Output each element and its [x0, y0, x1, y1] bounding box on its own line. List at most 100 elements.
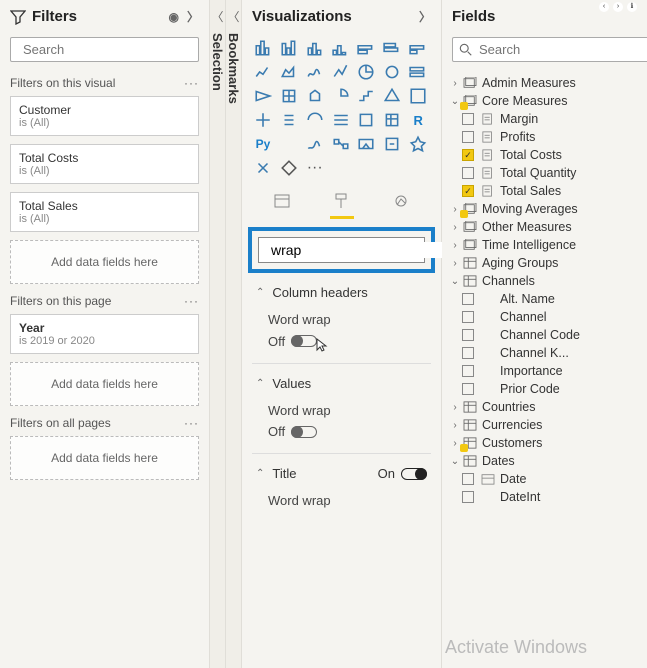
expand-icon[interactable]: ›: [448, 78, 462, 89]
tree-group[interactable]: ›Admin Measures: [448, 74, 647, 92]
get-more-visuals-icon[interactable]: [278, 157, 300, 179]
filters-search[interactable]: [10, 37, 199, 62]
tree-group[interactable]: ›Countries: [448, 398, 647, 416]
checkbox[interactable]: [462, 473, 474, 485]
tree-field[interactable]: Prior Code: [448, 380, 647, 398]
toggle-word-wrap[interactable]: Off: [268, 424, 317, 439]
checkbox[interactable]: [462, 311, 474, 323]
viz-type-icon[interactable]: [304, 133, 326, 155]
tree-group[interactable]: ›Aging Groups: [448, 254, 647, 272]
filter-card[interactable]: Year is 2019 or 2020: [10, 314, 199, 354]
viz-type-icon[interactable]: [278, 85, 300, 107]
expand-icon[interactable]: ⌄: [448, 276, 462, 287]
tree-field[interactable]: Date: [448, 470, 647, 488]
expand-icon[interactable]: ›: [448, 222, 462, 233]
viz-type-icon[interactable]: [381, 61, 403, 83]
viz-type-icon[interactable]: [252, 85, 274, 107]
checkbox[interactable]: [462, 185, 474, 197]
tree-group[interactable]: ›Currencies: [448, 416, 647, 434]
filter-card[interactable]: Customer is (All): [10, 96, 199, 136]
format-search-input[interactable]: [271, 242, 452, 258]
tree-group[interactable]: ›Moving Averages: [448, 200, 647, 218]
viz-type-icon[interactable]: [304, 85, 326, 107]
tree-group[interactable]: ⌄Dates: [448, 452, 647, 470]
expand-icon[interactable]: ›: [448, 258, 462, 269]
checkbox[interactable]: [462, 167, 474, 179]
tree-field[interactable]: Importance: [448, 362, 647, 380]
expand-icon[interactable]: ⌄: [448, 456, 462, 467]
viz-type-icon[interactable]: [252, 61, 274, 83]
viz-type-icon[interactable]: [278, 109, 300, 131]
chevron-left-icon[interactable]: 〈: [227, 8, 239, 25]
format-group-column-headers[interactable]: ⌃ Column headers: [242, 277, 441, 308]
viz-type-icon[interactable]: [355, 61, 377, 83]
filters-search-input[interactable]: [23, 42, 199, 57]
viz-type-icon[interactable]: [304, 61, 326, 83]
filter-card[interactable]: Total Sales is (All): [10, 192, 199, 232]
checkbox[interactable]: [462, 491, 474, 503]
tree-field[interactable]: Channel Code: [448, 326, 647, 344]
dot[interactable]: ›: [613, 2, 623, 12]
more-icon[interactable]: ···: [184, 416, 199, 430]
format-group-title[interactable]: ⌃ Title On: [242, 458, 441, 489]
tree-field[interactable]: DateInt: [448, 488, 647, 506]
viz-type-icon[interactable]: [304, 37, 326, 59]
tree-group[interactable]: ›Time Intelligence: [448, 236, 647, 254]
selection-panel-collapsed[interactable]: 〈 Selection: [210, 0, 226, 668]
tab-fields[interactable]: [270, 189, 294, 213]
checkbox[interactable]: [462, 365, 474, 377]
expand-icon[interactable]: ›: [448, 420, 462, 431]
tree-group[interactable]: ⌄Channels: [448, 272, 647, 290]
dot[interactable]: ‹: [599, 2, 609, 12]
tree-group[interactable]: ›Other Measures: [448, 218, 647, 236]
toggle-word-wrap[interactable]: Off: [268, 333, 333, 349]
checkbox[interactable]: [462, 113, 474, 125]
fields-search-input[interactable]: [479, 42, 647, 57]
filter-card[interactable]: Total Costs is (All): [10, 144, 199, 184]
add-fields-drop[interactable]: Add data fields here: [10, 362, 199, 406]
more-icon[interactable]: ···: [184, 76, 199, 90]
tree-field[interactable]: Total Sales: [448, 182, 647, 200]
collapse-icon[interactable]: 〉: [187, 8, 199, 25]
viz-type-icon[interactable]: R: [407, 109, 429, 131]
viz-type-icon[interactable]: [381, 37, 403, 59]
collapse-icon[interactable]: 〉: [419, 8, 431, 25]
bookmarks-panel-collapsed[interactable]: 〈 Bookmarks: [226, 0, 242, 668]
viz-type-icon[interactable]: [355, 133, 377, 155]
format-search[interactable]: [258, 237, 425, 263]
expand-icon[interactable]: ›: [448, 402, 462, 413]
checkbox[interactable]: [462, 131, 474, 143]
tree-field[interactable]: Margin: [448, 110, 647, 128]
tree-group[interactable]: ›Customers: [448, 434, 647, 452]
viz-type-icon[interactable]: [355, 85, 377, 107]
viz-type-icon[interactable]: [407, 85, 429, 107]
viz-type-icon[interactable]: Py: [252, 133, 274, 155]
viz-type-icon[interactable]: [278, 61, 300, 83]
tree-field[interactable]: Profits: [448, 128, 647, 146]
tree-field[interactable]: Channel: [448, 308, 647, 326]
add-fields-drop[interactable]: Add data fields here: [10, 240, 199, 284]
viz-type-icon[interactable]: [330, 61, 352, 83]
checkbox[interactable]: [462, 329, 474, 341]
viz-type-icon[interactable]: [330, 133, 352, 155]
toggle-title[interactable]: On: [378, 466, 427, 481]
viz-type-icon[interactable]: [381, 109, 403, 131]
viz-type-icon[interactable]: [330, 109, 352, 131]
viz-type-icon[interactable]: [407, 61, 429, 83]
chevron-left-icon[interactable]: 〈: [211, 8, 223, 25]
checkbox[interactable]: [462, 383, 474, 395]
dot[interactable]: ℹ: [627, 2, 637, 12]
tree-field[interactable]: Alt. Name: [448, 290, 647, 308]
tree-group[interactable]: ⌄Core Measures: [448, 92, 647, 110]
viz-type-icon[interactable]: [407, 133, 429, 155]
fields-search[interactable]: [452, 37, 647, 62]
tree-field[interactable]: Total Costs: [448, 146, 647, 164]
viz-type-icon[interactable]: [381, 85, 403, 107]
viz-type-icon[interactable]: [304, 109, 326, 131]
viz-type-icon[interactable]: [407, 37, 429, 59]
viz-type-icon[interactable]: [252, 109, 274, 131]
viz-type-icon[interactable]: [278, 37, 300, 59]
viz-type-icon[interactable]: [252, 37, 274, 59]
checkbox[interactable]: [462, 293, 474, 305]
more-icon[interactable]: ···: [304, 157, 326, 179]
